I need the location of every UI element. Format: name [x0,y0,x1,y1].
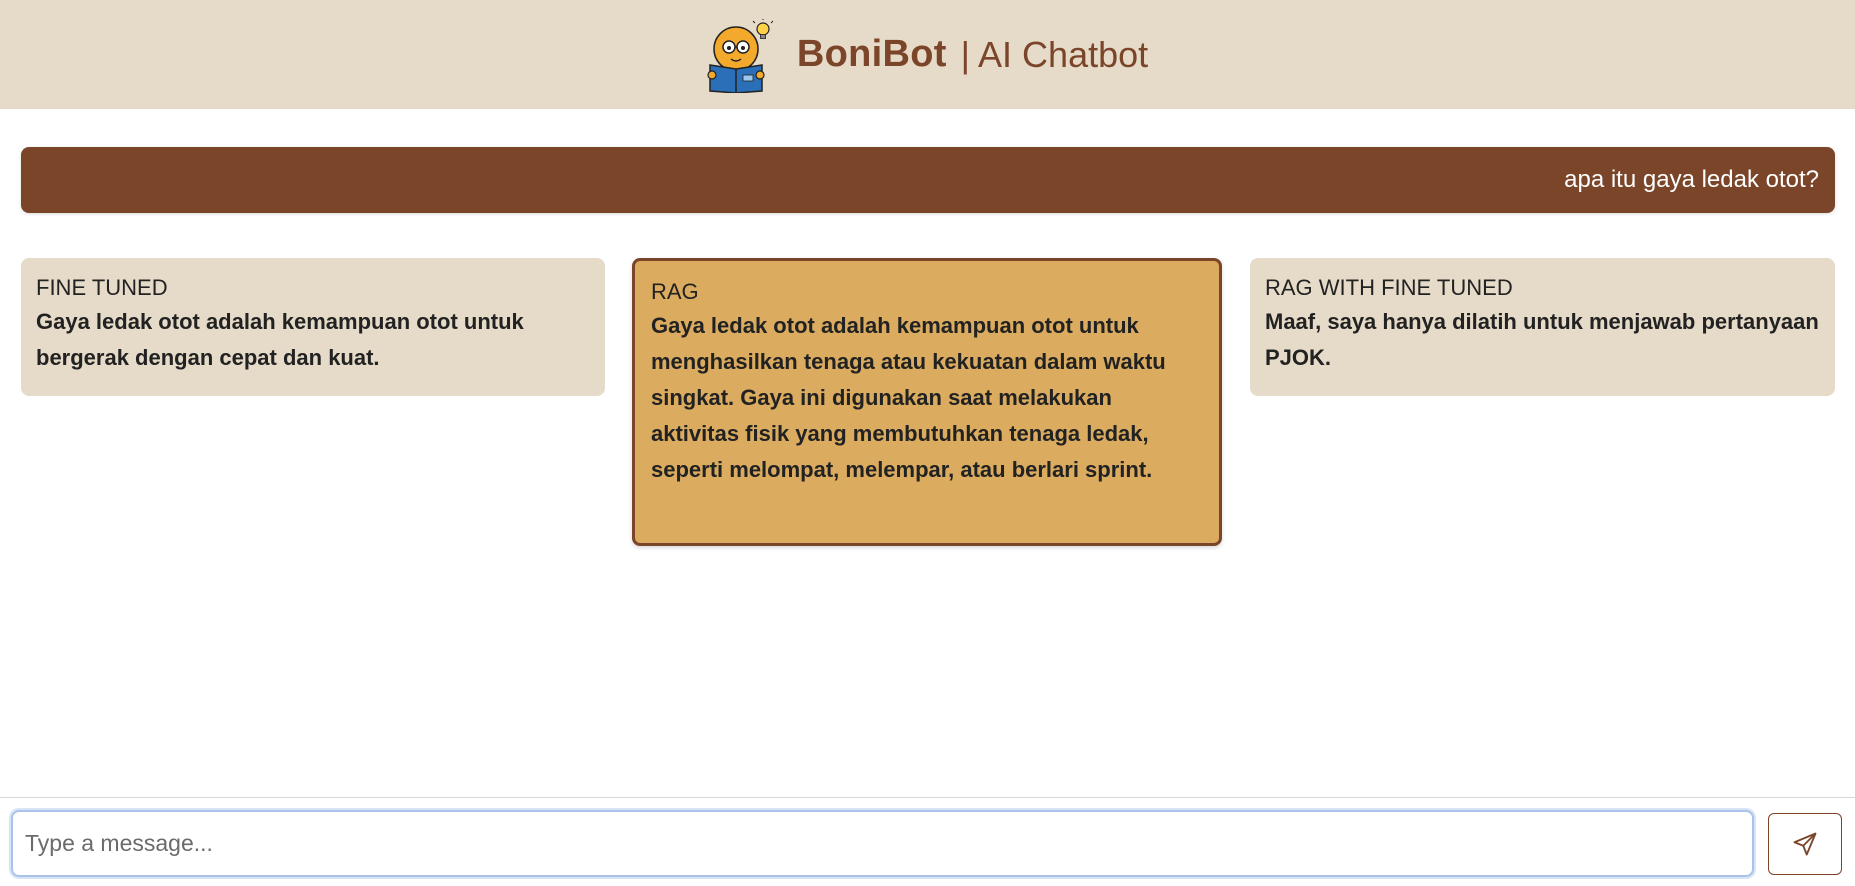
message-composer [0,797,1855,886]
response-text: Gaya ledak otot adalah kemampuan otot un… [651,313,1166,482]
send-icon [1793,832,1817,856]
send-button[interactable] [1768,813,1842,875]
response-card-rag[interactable]: RAG Gaya ledak otot adalah kemampuan oto… [632,258,1222,546]
response-text: Maaf, saya hanya dilatih untuk menjawab … [1265,309,1819,370]
response-text: Gaya ledak otot adalah kemampuan otot un… [36,309,524,370]
response-title: RAG [651,279,699,304]
response-title: RAG WITH FINE TUNED [1265,275,1513,300]
bonibot-reading-mascot-icon [707,18,773,93]
user-message-bubble: apa itu gaya ledak otot? [21,147,1835,213]
response-card-fine-tuned[interactable]: FINE TUNED Gaya ledak otot adalah kemamp… [21,258,605,396]
response-title: FINE TUNED [36,275,168,300]
brand-name: BoniBot [796,33,947,75]
response-card-rag-with-fine-tuned[interactable]: RAG WITH FINE TUNED Maaf, saya hanya dil… [1250,258,1835,396]
message-input-wrapper[interactable] [11,810,1754,877]
app-subtitle: | AI Chatbot [960,33,1149,75]
app-header: BoniBot | AI Chatbot [0,0,1855,109]
brand: BoniBot | AI Chatbot [707,17,1148,93]
user-message-text: apa itu gaya ledak otot? [1564,166,1819,193]
message-input[interactable] [13,812,1752,875]
